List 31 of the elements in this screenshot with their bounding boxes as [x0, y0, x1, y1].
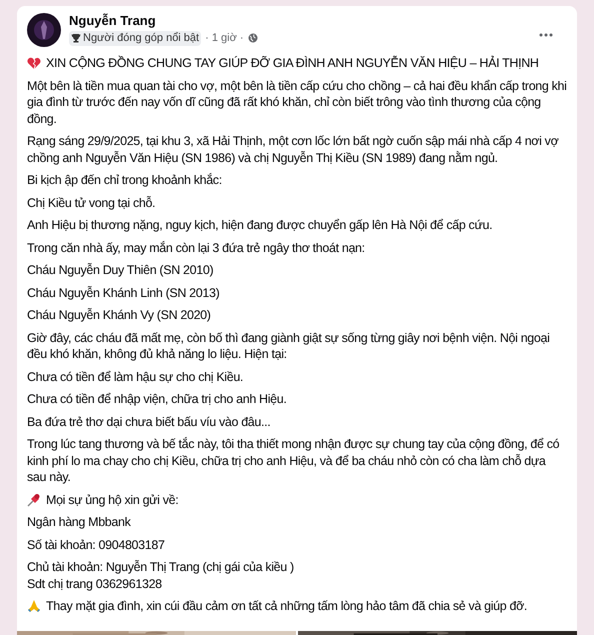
- contributor-badge[interactable]: Người đóng góp nổi bật: [69, 30, 202, 46]
- post-text: Sdt chị trang 0362961328: [27, 576, 163, 592]
- post-text: Ngân hàng Mbbank: [27, 514, 131, 530]
- globe-icon: [248, 33, 258, 44]
- post-text: Một bên là tiền mua quan tài cho vợ, một bên là tiền cấp cứu cho chồng – cả hai đều khẩn cấp trong khi gia đình từ trước đến nay vốn dĩ cũng đã rất khó khăn, chỉ còn biết trông vào tình thương của cộng đồng.: [27, 78, 567, 127]
- post-text: Cháu Nguyễn Duy Thiên (SN 2010): [27, 262, 214, 278]
- post-text: Anh Hiệu bị thương nặng, nguy kịch, hiện đang được chuyển gấp lên Hà Nội để cấp cứu.: [27, 217, 492, 234]
- author-name[interactable]: Nguyễn Trang: [69, 13, 258, 29]
- post-text: Trong lúc tang thương và bế tắc này, tôi tha thiết mong nhận được sự chung tay của cộng đồng, để có kinh phí lo ma chay cho chị Kiều, chữa trị cho anh Hiệu, và để ba cháu nhỏ còn có cha làm chỗ dựa sau này.: [27, 436, 560, 486]
- post-text: Bi kịch ập đến chỉ trong khoảnh khắc:: [27, 172, 222, 188]
- broken-heart-icon: [27, 57, 41, 70]
- post-text: Chưa có tiền để nhập viện, chữa trị cho anh Hiệu.: [27, 391, 286, 408]
- post-text: Chị Kiều tử vong tại chỗ.: [27, 194, 156, 211]
- avatar: [27, 13, 61, 47]
- post-text: Chủ tài khoản: Nguyễn Thị Trang (chị gái của kiều ): [27, 559, 294, 576]
- post-text: Giờ đây, các cháu đã mất mẹ, còn bố thì đang giành giật sự sống từng giây nơi bệnh viện. Nội ngoại đều khó khăn, không đủ khả năng lo liệu. Hiện tại:: [27, 330, 551, 362]
- trophy-icon: [71, 33, 81, 44]
- post-text: Chưa có tiền để làm hậu sự cho chị Kiều.: [27, 368, 244, 385]
- post-text: Rạng sáng 29/9/2025, tại khu 3, xã Hải Thịnh, một cơn lốc lớn bất ngờ cuốn sập mái nhà cấp 4 nơi vợ chồng anh Nguyễn Văn Hiệu (SN 1986) và chị Nguyễn Thị Kiều (SN 1989) đang nằm ngủ.: [27, 133, 560, 166]
- post-text: Mọi sự ủng hộ xin gửi về:: [46, 492, 178, 508]
- more-options-icon[interactable]: [539, 33, 553, 37]
- post-text: Số tài khoản: 0904803187: [27, 536, 165, 553]
- folded-hands-icon: [27, 599, 41, 613]
- post-time[interactable]: · 1 giờ ·: [205, 30, 244, 46]
- post-text: Trong căn nhà ấy, may mắn còn lại 3 đứa trẻ ngây thơ thoát nạn:: [27, 240, 365, 256]
- post-text: Cháu Nguyễn Khánh Linh (SN 2013): [27, 284, 220, 301]
- post-text: Thay mặt gia đình, xin cúi đầu cảm ơn tất cả những tấm lòng hảo tâm đã chia sẻ và giúp đỡ.: [46, 598, 528, 614]
- post-text: XIN CỘNG ĐỒNG CHUNG TAY GIÚP ĐỠ GIA ĐÌNH ANH NGUYỄN VĂN HIỆU – HẢI THỊNH: [46, 55, 539, 72]
- post-text: Ba đứa trẻ thơ dại chưa biết bấu víu vào đâu...: [27, 414, 270, 430]
- post-text: Cháu Nguyễn Khánh Vy (SN 2020): [27, 307, 211, 324]
- pushpin-icon: [27, 492, 41, 506]
